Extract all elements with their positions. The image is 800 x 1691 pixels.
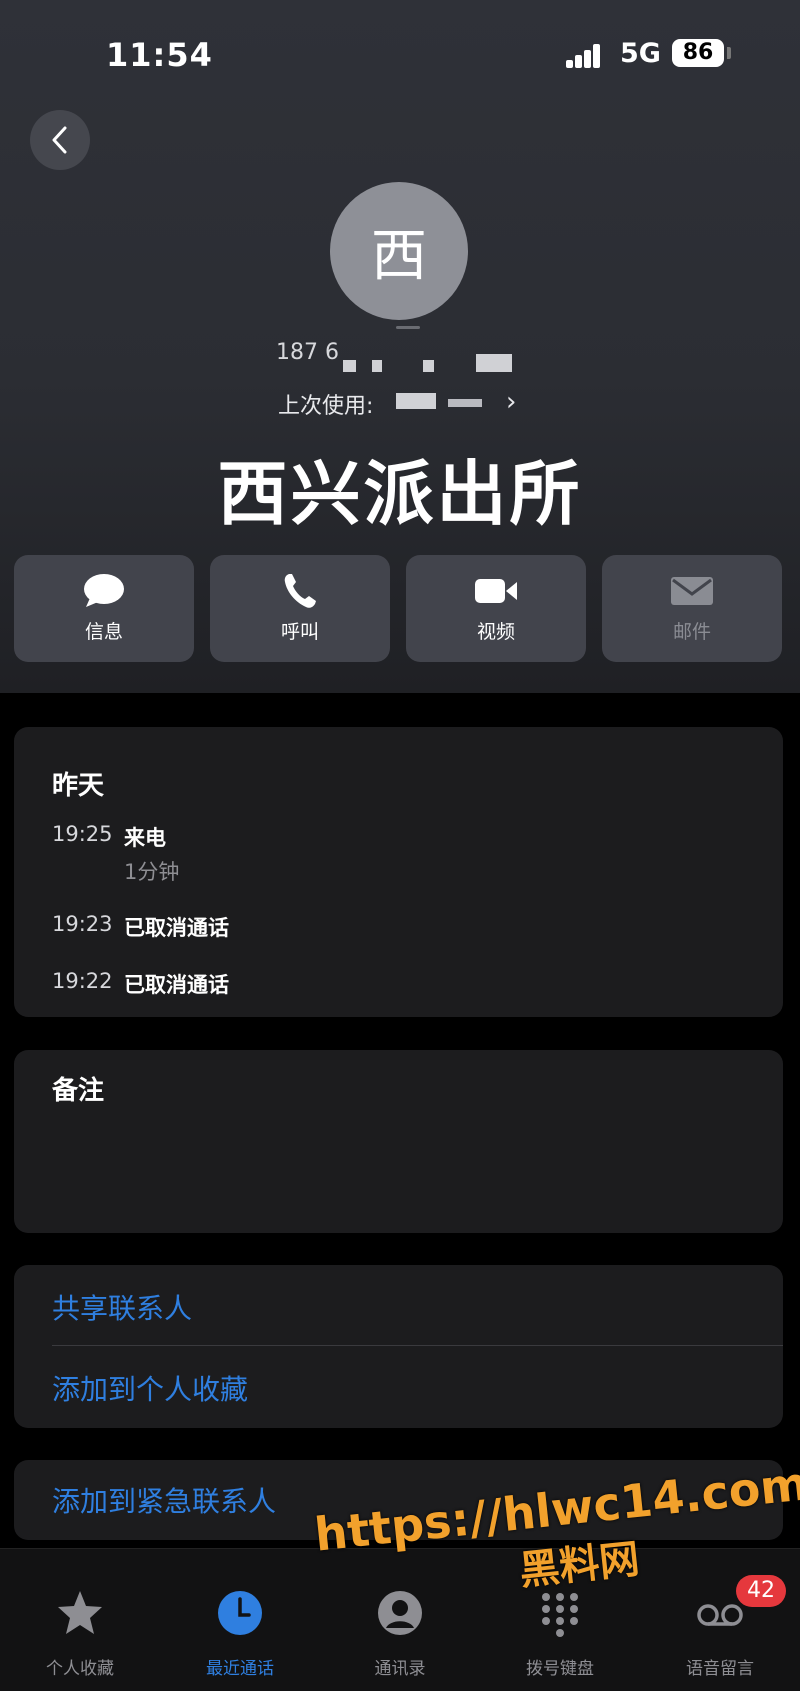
tab-label: 通讯录 <box>374 1659 426 1679</box>
share-contact-button[interactable]: 共享联系人 <box>52 1287 192 1327</box>
phone-number[interactable]: 187 6 <box>276 340 339 365</box>
message-button[interactable]: 信息 <box>14 555 194 662</box>
call-type: 来电 <box>124 826 166 850</box>
recent-calls-card: 昨天 19:25 来电 1分钟 19:23 已取消通话 19:22 已取消通话 <box>14 727 783 1017</box>
avatar-indicator <box>396 326 420 329</box>
redaction-block <box>343 360 356 372</box>
add-to-favorites-button[interactable]: 添加到个人收藏 <box>52 1368 248 1408</box>
redaction-block <box>448 399 482 407</box>
call-button[interactable]: 呼叫 <box>210 555 390 662</box>
status-bar: 11:54 5G 86 <box>0 0 800 110</box>
signal-strength-icon <box>566 42 608 68</box>
call-type: 已取消通话 <box>124 916 229 940</box>
clock-icon <box>218 1591 262 1635</box>
back-button[interactable] <box>30 110 90 170</box>
mail-icon <box>671 577 713 605</box>
recent-day-title: 昨天 <box>52 771 105 801</box>
redaction-block <box>396 393 436 409</box>
status-time: 11:54 <box>106 36 213 74</box>
video-label: 视频 <box>476 621 515 643</box>
tab-recents[interactable]: 最近通话 <box>160 1549 320 1691</box>
tab-label: 拨号键盘 <box>526 1659 594 1679</box>
video-button[interactable]: 视频 <box>406 555 586 662</box>
battery-cap <box>727 47 731 59</box>
contact-name: 西兴派出所 <box>217 453 583 535</box>
last-used-label: 上次使用: <box>278 394 374 419</box>
call-time: 19:23 <box>52 912 113 936</box>
mail-button[interactable]: 邮件 <box>602 555 782 662</box>
redaction-block <box>372 360 382 372</box>
star-icon <box>58 1591 102 1634</box>
call-type: 已取消通话 <box>124 973 229 997</box>
tab-label: 最近通话 <box>206 1659 274 1679</box>
tab-label: 语音留言 <box>686 1659 754 1679</box>
contact-header: 11:54 5G 86 西 187 6 上次使用: › 西兴派出所 信息 呼叫 … <box>0 0 800 693</box>
tab-label: 个人收藏 <box>46 1659 114 1679</box>
redaction-block <box>476 354 512 372</box>
video-camera-icon <box>475 579 517 603</box>
call-time: 19:22 <box>52 969 113 993</box>
phone-number-text: 187 6 <box>276 340 339 365</box>
divider <box>52 1345 783 1346</box>
call-label: 呼叫 <box>280 621 319 643</box>
call-time: 19:25 <box>52 822 113 846</box>
notes-title: 备注 <box>52 1076 105 1106</box>
message-bubble-icon <box>84 574 124 607</box>
battery-level: 86 <box>682 40 714 65</box>
message-label: 信息 <box>84 621 123 643</box>
add-emergency-contact-button[interactable]: 添加到紧急联系人 <box>52 1480 276 1520</box>
notes-card[interactable]: 备注 <box>14 1050 783 1233</box>
contact-options-card: 共享联系人 添加到个人收藏 <box>14 1265 783 1428</box>
watermark-site-name: 黑料网 <box>517 1536 642 1595</box>
phone-icon <box>284 574 316 608</box>
network-type: 5G <box>620 38 661 69</box>
redaction-block <box>423 360 434 372</box>
mail-label: 邮件 <box>672 621 711 643</box>
avatar-initial: 西 <box>371 223 427 289</box>
contact-avatar: 西 <box>330 182 468 320</box>
battery-icon: 86 <box>672 39 724 67</box>
tab-favorites[interactable]: 个人收藏 <box>0 1549 160 1691</box>
call-duration: 1分钟 <box>124 860 180 884</box>
last-used-chevron-icon[interactable]: › <box>506 387 516 417</box>
chevron-left-icon <box>52 126 67 154</box>
